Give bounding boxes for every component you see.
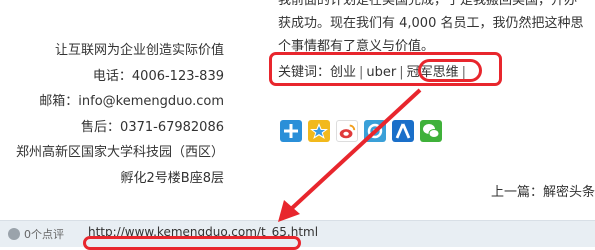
annotation-arrow [278,88,422,222]
